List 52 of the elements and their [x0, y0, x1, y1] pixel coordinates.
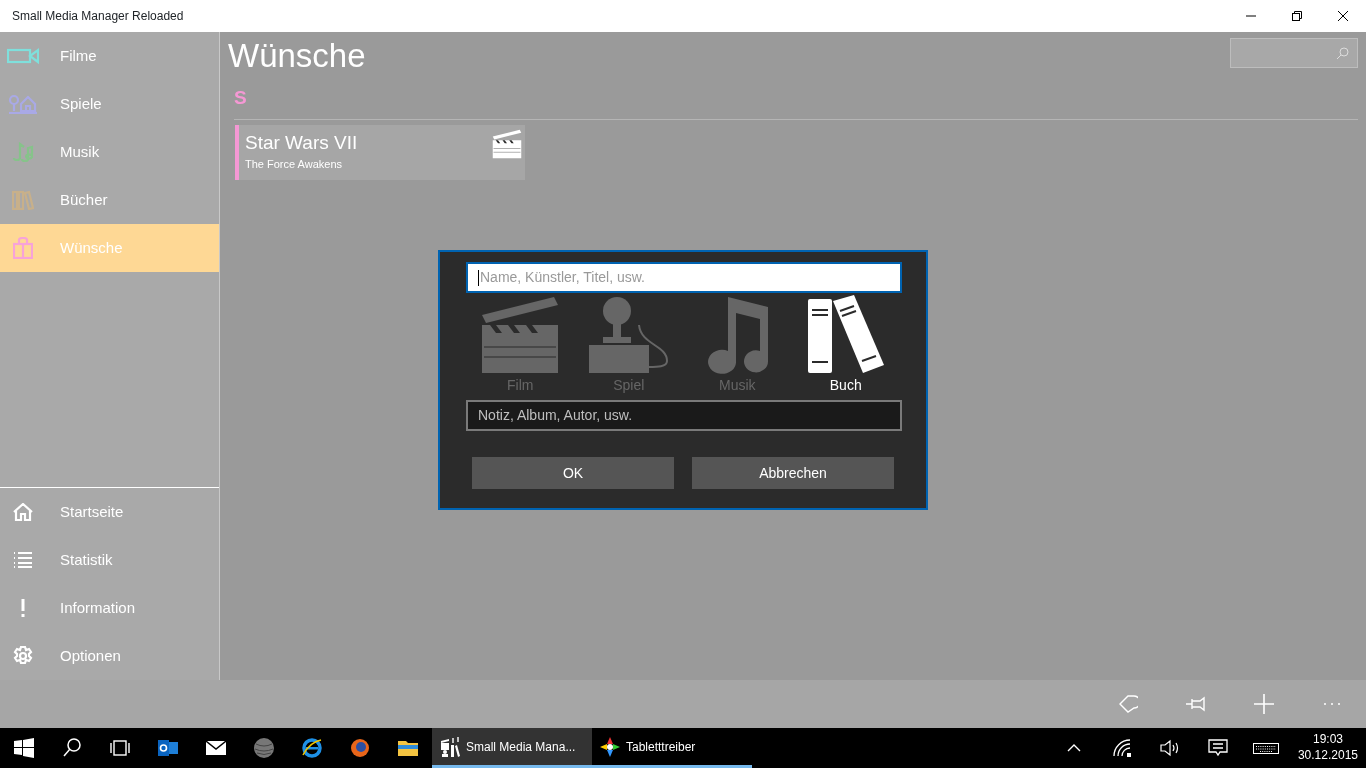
- task-view-icon[interactable]: [110, 738, 130, 758]
- type-option[interactable]: Film: [466, 295, 575, 396]
- group-letter: S: [234, 86, 248, 111]
- browser-icon: [350, 738, 370, 758]
- clapperboard-icon: [492, 128, 522, 159]
- note-field[interactable]: Notiz, Album, Autor, usw.: [466, 400, 902, 431]
- envelope-icon: [206, 738, 226, 758]
- nav-item[interactable]: Optionen: [0, 632, 219, 680]
- name-field[interactable]: Name, Künstler, Titel, usw.: [466, 262, 902, 293]
- close-icon[interactable]: [1338, 11, 1348, 21]
- nav-item[interactable]: Information: [0, 584, 219, 632]
- nav-item[interactable]: Wünsche: [0, 224, 219, 272]
- settings-icon: [13, 646, 33, 666]
- joystick-icon[interactable]: [586, 295, 671, 375]
- taskbar-app[interactable]: Small Media Mana...: [432, 728, 592, 768]
- wish-subtitle: The Force Awakens: [245, 156, 342, 172]
- tablet-driver-icon: [600, 736, 620, 757]
- search-icon: [1337, 47, 1349, 59]
- nav-item[interactable]: Filme: [0, 32, 219, 80]
- notification-icon[interactable]: [1207, 738, 1228, 758]
- type-option[interactable]: Spiel: [574, 295, 683, 396]
- wish-card[interactable]: Star Wars VII The Force Awakens: [235, 124, 525, 180]
- type-option[interactable]: Buch: [791, 295, 900, 396]
- cancel-button[interactable]: Abbrechen: [692, 457, 894, 489]
- nav-item[interactable]: Startseite: [0, 488, 219, 536]
- taskbar-clock[interactable]: 19:03 30.12.2015: [1289, 732, 1366, 764]
- ok-button[interactable]: OK: [472, 457, 674, 489]
- folder-icon: [398, 738, 418, 758]
- taskbar-app[interactable]: Tabletttreiber: [592, 728, 752, 768]
- wifi-icon[interactable]: [1111, 738, 1132, 758]
- nav-item[interactable]: Statistik: [0, 536, 219, 584]
- browser-icon: [302, 738, 322, 758]
- nav-item[interactable]: Bücher: [0, 176, 219, 224]
- restore-icon[interactable]: [1292, 11, 1302, 21]
- home-icon: [13, 503, 33, 521]
- exclamation-icon: [20, 599, 26, 617]
- mail-app-icon: [158, 738, 178, 758]
- list-icon: [13, 552, 33, 568]
- nav-item[interactable]: Spiele: [0, 80, 219, 128]
- search-field[interactable]: [1230, 38, 1358, 68]
- books-icon[interactable]: [805, 295, 886, 375]
- start-icon[interactable]: [14, 738, 34, 758]
- media-app-icon: [440, 736, 460, 757]
- clapperboard-icon: [480, 295, 561, 375]
- window-title: Small Media Manager Reloaded: [11, 8, 185, 25]
- search-icon[interactable]: [62, 738, 82, 758]
- wish-title: Star Wars VII: [245, 132, 358, 154]
- type-option[interactable]: Musik: [683, 295, 792, 396]
- volume-icon[interactable]: [1159, 738, 1180, 758]
- page-title: Wünsche: [228, 38, 366, 75]
- globe-icon: [254, 738, 274, 758]
- nav-item[interactable]: Musik: [0, 128, 219, 176]
